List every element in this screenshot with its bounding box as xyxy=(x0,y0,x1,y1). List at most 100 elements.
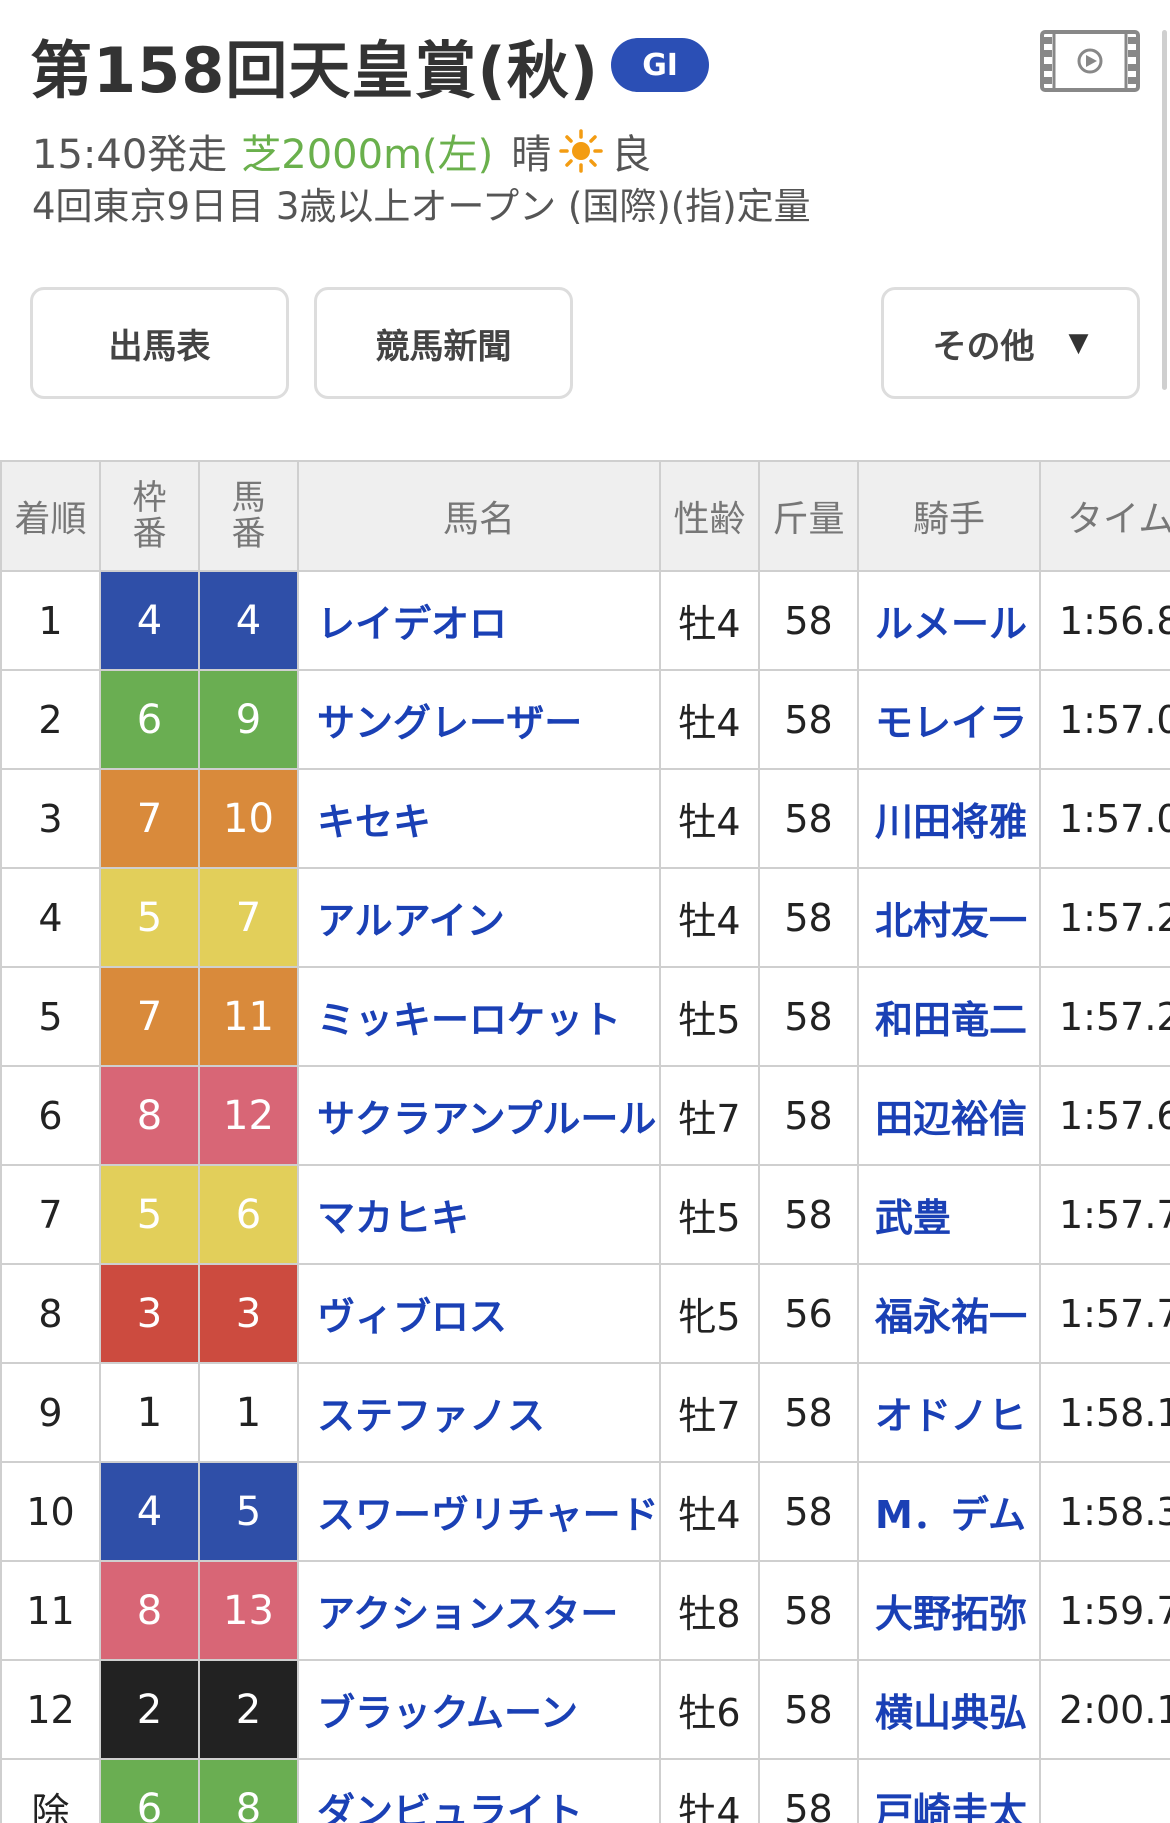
table-row: 9 1 1 ステファノス 牡7 58 オドノヒ 1:58.1 xyxy=(0,1362,1170,1463)
start-time: 15:40発走 xyxy=(32,132,228,178)
waku-cell: 5 xyxy=(99,867,200,968)
table-row: 12 2 2 ブラックムーン 牡6 58 横山典弘 2:00.1 xyxy=(0,1659,1170,1760)
jockey-link[interactable]: 和田竜二 xyxy=(857,966,1041,1067)
shutsuba-button[interactable]: 出馬表 xyxy=(30,287,289,399)
track-condition: 良 xyxy=(611,132,652,178)
race-title-row: 第158回天皇賞(秋) GI xyxy=(30,30,710,107)
waku-cell: 6 xyxy=(99,1758,200,1823)
sexage-cell: 牡4 xyxy=(659,669,760,770)
rank-cell: 10 xyxy=(0,1461,101,1562)
waku-cell: 4 xyxy=(99,1461,200,1562)
time-cell: 1:59.7 xyxy=(1039,1560,1170,1661)
horse-name-link[interactable]: マカヒキ xyxy=(297,1164,661,1265)
table-header-row: 着順 枠番 馬番 馬名 性齢 斤量 騎手 タイム xyxy=(0,460,1170,572)
time-cell: 2:00.1 xyxy=(1039,1659,1170,1760)
umaban-cell: 10 xyxy=(198,768,299,869)
rank-cell: 3 xyxy=(0,768,101,869)
time-cell: 1:57.7 xyxy=(1039,1263,1170,1364)
jockey-link[interactable]: 大野拓弥 xyxy=(857,1560,1041,1661)
jockey-link[interactable]: M．デム xyxy=(857,1461,1041,1562)
header-rank: 着順 xyxy=(0,460,101,572)
sexage-cell: 牡5 xyxy=(659,966,760,1067)
weather-text: 晴 xyxy=(511,132,552,178)
rank-cell: 除 xyxy=(0,1758,101,1823)
results-table: 着順 枠番 馬番 馬名 性齢 斤量 騎手 タイム 1 4 4 レイデオロ 牡4 58 ルメー… xyxy=(0,460,1170,1823)
jockey-link[interactable]: 武豊 xyxy=(857,1164,1041,1265)
waku-cell: 2 xyxy=(99,1659,200,1760)
course-info: 芝2000m(左) xyxy=(241,132,494,178)
time-cell: 1:57.2 xyxy=(1039,867,1170,968)
horse-name-link[interactable]: サクラアンプルール xyxy=(297,1065,661,1166)
grade-badge: GI xyxy=(611,38,710,92)
table-row: 4 5 7 アルアイン 牡4 58 北村友一 1:57.2 xyxy=(0,867,1170,968)
jockey-link[interactable]: 川田将雅 xyxy=(857,768,1041,869)
race-info-line: 15:40発走 芝2000m(左) 晴 良 xyxy=(32,122,651,180)
horse-name-link[interactable]: キセキ xyxy=(297,768,661,869)
umaban-cell: 8 xyxy=(198,1758,299,1823)
time-cell: 1:57.2 xyxy=(1039,966,1170,1067)
horse-name-link[interactable]: ステファノス xyxy=(297,1362,661,1463)
table-row: 3 7 10 キセキ 牡4 58 川田将雅 1:57.0 xyxy=(0,768,1170,869)
scrollbar[interactable] xyxy=(1162,30,1167,390)
umaban-cell: 7 xyxy=(198,867,299,968)
race-title: 第158回天皇賞(秋) xyxy=(30,34,600,107)
weight-cell: 58 xyxy=(758,570,859,671)
weight-cell: 58 xyxy=(758,966,859,1067)
rank-cell: 9 xyxy=(0,1362,101,1463)
umaban-cell: 12 xyxy=(198,1065,299,1166)
jockey-link[interactable]: 横山典弘 xyxy=(857,1659,1041,1760)
umaban-cell: 13 xyxy=(198,1560,299,1661)
jockey-link[interactable]: ルメール xyxy=(857,570,1041,671)
waku-cell: 8 xyxy=(99,1560,200,1661)
header-umaban: 馬番 xyxy=(198,460,299,572)
rank-cell: 11 xyxy=(0,1560,101,1661)
sexage-cell: 牡5 xyxy=(659,1164,760,1265)
header-weight: 斤量 xyxy=(758,460,859,572)
umaban-cell: 11 xyxy=(198,966,299,1067)
weight-cell: 58 xyxy=(758,1065,859,1166)
rank-cell: 4 xyxy=(0,867,101,968)
umaban-cell: 5 xyxy=(198,1461,299,1562)
time-cell: 1:57.7 xyxy=(1039,1164,1170,1265)
horse-name-link[interactable]: ブラックムーン xyxy=(297,1659,661,1760)
horse-name-link[interactable]: サングレーザー xyxy=(297,669,661,770)
table-row: 6 8 12 サクラアンプルール 牡7 58 田辺裕信 1:57.6 xyxy=(0,1065,1170,1166)
sexage-cell: 牡4 xyxy=(659,1461,760,1562)
shinbun-button[interactable]: 競馬新聞 xyxy=(314,287,573,399)
other-dropdown-button[interactable]: その他 ▼ xyxy=(881,287,1140,399)
shinbun-label: 競馬新聞 xyxy=(375,326,512,367)
horse-name-link[interactable]: ヴィブロス xyxy=(297,1263,661,1364)
sexage-cell: 牡6 xyxy=(659,1659,760,1760)
umaban-cell: 6 xyxy=(198,1164,299,1265)
umaban-cell: 9 xyxy=(198,669,299,770)
horse-name-link[interactable]: ミッキーロケット xyxy=(297,966,661,1067)
waku-cell: 1 xyxy=(99,1362,200,1463)
jockey-link[interactable]: 北村友一 xyxy=(857,867,1041,968)
horse-name-link[interactable]: アクションスター xyxy=(297,1560,661,1661)
jockey-link[interactable]: モレイラ xyxy=(857,669,1041,770)
video-icon[interactable] xyxy=(1040,30,1140,92)
rank-cell: 1 xyxy=(0,570,101,671)
chevron-down-icon: ▼ xyxy=(1068,328,1089,358)
sexage-cell: 牡4 xyxy=(659,867,760,968)
horse-name-link[interactable]: ダンビュライト xyxy=(297,1758,661,1823)
weight-cell: 58 xyxy=(758,1461,859,1562)
umaban-cell: 2 xyxy=(198,1659,299,1760)
jockey-link[interactable]: 福永祐一 xyxy=(857,1263,1041,1364)
sexage-cell: 牡7 xyxy=(659,1065,760,1166)
rank-cell: 8 xyxy=(0,1263,101,1364)
header-waku: 枠番 xyxy=(99,460,200,572)
horse-name-link[interactable]: スワーヴリチャード xyxy=(297,1461,661,1562)
table-row: 7 5 6 マカヒキ 牡5 58 武豊 1:57.7 xyxy=(0,1164,1170,1265)
results-table-container[interactable]: 着順 枠番 馬番 馬名 性齢 斤量 騎手 タイム 1 4 4 レイデオロ 牡4 58 ルメー… xyxy=(0,460,1170,1823)
race-details: 4回東京9日目 3歳以上オープン (国際)(指)定量 xyxy=(32,185,811,228)
jockey-link[interactable]: 田辺裕信 xyxy=(857,1065,1041,1166)
jockey-link[interactable]: オドノヒ xyxy=(857,1362,1041,1463)
jockey-link[interactable]: 戸崎圭太 xyxy=(857,1758,1041,1823)
horse-name-link[interactable]: アルアイン xyxy=(297,867,661,968)
waku-cell: 4 xyxy=(99,570,200,671)
rank-cell: 2 xyxy=(0,669,101,770)
horse-name-link[interactable]: レイデオロ xyxy=(297,570,661,671)
results-body: 1 4 4 レイデオロ 牡4 58 ルメール 1:56.8 2 6 9 サングレーザー 牡4 58 モレイラ… xyxy=(0,570,1170,1823)
rank-cell: 12 xyxy=(0,1659,101,1760)
